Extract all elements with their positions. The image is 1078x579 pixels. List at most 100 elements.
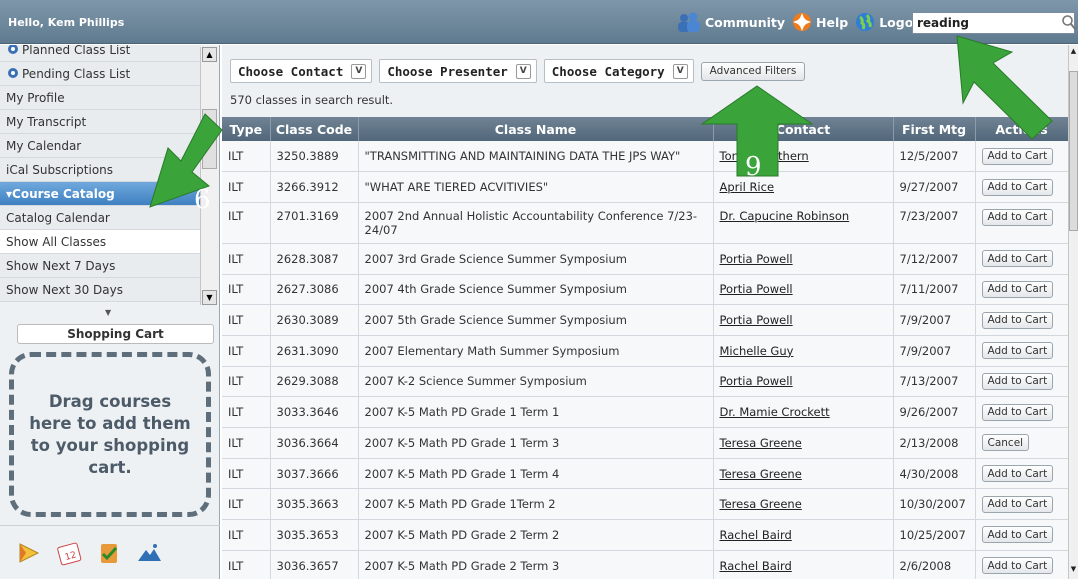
add-to-cart-button[interactable]: Add to Cart [981,403,1054,421]
sidebar-scrollbar[interactable]: ▲ ▼ [200,47,217,305]
cancel-button[interactable]: Cancel [981,434,1030,452]
help-link[interactable]: Help [791,11,848,33]
search-icon[interactable] [1061,14,1077,32]
add-to-cart-button[interactable]: Add to Cart [981,342,1054,360]
table-row[interactable]: ILT 3266.3912 "WHAT ARE TIERED ACVITIVIES"… [222,171,1068,203]
cell-class-code: 3250.3889 [270,141,359,173]
sidebar-item-show-next-30-days[interactable]: Show Next 30 Days [0,278,200,302]
choose-presenter-select[interactable]: Choose Presenter V [379,59,537,83]
sidebar-item-planned-class-list[interactable]: Planned Class List [0,45,200,62]
table-row[interactable]: ILT 3035.3663 2007 K-5 Math PD Grade 1Term… [222,488,1068,521]
add-to-cart-button[interactable]: Add to Cart [981,311,1054,329]
add-to-cart-button[interactable]: Add to Cart [981,250,1054,268]
contact-link[interactable]: Portia Powell [720,252,793,266]
sidebar-item-my-profile[interactable]: My Profile [0,86,200,110]
cell-type: ILT [222,274,271,306]
sidebar-item-ical-subscriptions[interactable]: iCal Subscriptions [0,158,200,182]
add-to-cart-button[interactable]: Add to Cart [981,526,1054,544]
collapse-arrow-icon[interactable]: ▼ [105,308,111,317]
sidebar-item-show-all-classes[interactable]: Show All Classes [0,230,200,254]
column-header-class-name[interactable]: Class Name [358,117,714,141]
column-header-class-code[interactable]: Class Code [270,117,359,141]
table-row[interactable]: ILT 2627.3086 2007 4th Grade Science Summe… [222,274,1068,306]
contact-link[interactable]: Michelle Guy [720,344,794,358]
add-to-cart-button[interactable]: Add to Cart [981,557,1054,575]
scroll-up-icon[interactable]: ▲ [202,47,217,62]
contact-link[interactable]: Portia Powell [720,374,793,388]
add-to-cart-button[interactable]: Add to Cart [981,178,1054,196]
cell-actions: Add to Cart [975,488,1068,521]
column-header-contact[interactable]: Contact [713,117,894,141]
sidebar-item-pending-class-list[interactable]: Pending Class List [0,62,200,86]
add-to-cart-button[interactable]: Add to Cart [981,372,1054,390]
cell-first-mtg: 2/6/2008 [893,550,976,579]
scroll-down-icon[interactable]: ▼ [1069,565,1078,577]
sidebar-item-catalog-calendar[interactable]: Catalog Calendar [0,206,200,230]
contact-link[interactable]: April Rice [720,180,775,194]
contact-link[interactable]: Rachel Baird [720,559,792,573]
add-to-cart-button[interactable]: Add to Cart [981,465,1054,483]
sidebar-item-my-transcript[interactable]: My Transcript [0,110,200,134]
class-table: Type Class Code Class Name Contact First… [222,117,1068,579]
cell-type: ILT [222,519,271,551]
cell-class-code: 2627.3086 [270,274,359,306]
contact-link[interactable]: Portia Powell [720,313,793,327]
calendar-icon[interactable]: 12 [56,540,82,566]
choose-contact-select[interactable]: Choose Contact V [230,59,373,83]
sidebar-section-course-catalog[interactable]: ▾Course Catalog [0,182,200,206]
cell-class-name: 2007 K-5 Math PD Grade 1 Term 4 [358,458,714,490]
table-scrollbar[interactable]: ▲ ▼ [1068,45,1078,579]
cell-contact: Dr. Mamie Crockett [713,396,894,428]
community-link[interactable]: Community [676,11,785,33]
contact-link[interactable]: Rachel Baird [720,528,792,542]
class-list-icon [8,45,18,54]
column-header-first-mtg[interactable]: First Mtg [893,117,976,141]
cell-first-mtg: 7/9/2007 [893,304,976,336]
scroll-up-icon[interactable]: ▲ [1069,47,1078,59]
table-row[interactable]: ILT 3250.3889 "TRANSMITTING AND MAINTAININ… [222,141,1068,173]
community-label: Community [705,14,786,30]
cell-contact: Portia Powell [713,274,894,306]
add-to-cart-button[interactable]: Add to Cart [981,495,1054,513]
mountain-icon[interactable] [136,540,162,566]
add-to-cart-button[interactable]: Add to Cart [981,208,1054,226]
catalog-icon[interactable] [96,540,122,566]
shopping-cart-dropzone[interactable]: Drag courses here to add them to your sh… [9,352,211,517]
table-row[interactable]: ILT 2631.3090 2007 Elementary Math Summer … [222,335,1068,367]
pencil-icon[interactable] [16,540,42,566]
sidebar-item-label: Show Next 7 Days [6,258,116,273]
table-row[interactable]: ILT 2628.3087 2007 3rd Grade Science Summe… [222,243,1068,275]
scroll-thumb[interactable] [202,109,217,169]
table-row[interactable]: ILT 3036.3664 2007 K-5 Math PD Grade 1 Ter… [222,427,1068,459]
table-row[interactable]: ILT 3036.3657 2007 K-5 Math PD Grade 2 Ter… [222,550,1068,579]
add-to-cart-button[interactable]: Add to Cart [981,147,1054,165]
advanced-filters-button[interactable]: Advanced Filters [700,61,806,81]
contact-link[interactable]: Teresa Greene [720,436,802,450]
table-row[interactable]: ILT 3035.3653 2007 K-5 Math PD Grade 2 Ter… [222,519,1068,551]
contact-link[interactable]: Portia Powell [720,282,793,296]
cell-actions: Add to Cart [975,202,1068,244]
contact-link[interactable]: Tonya Southern [720,149,809,163]
sidebar-item-my-calendar[interactable]: My Calendar [0,134,200,158]
chevron-down-icon: V [515,63,531,79]
choose-category-select[interactable]: Choose Category V [543,59,694,83]
table-row[interactable]: ILT 2629.3088 2007 K-2 Science Summer Symp… [222,366,1068,398]
cell-class-name: 2007 K-5 Math PD Grade 2 Term 2 [358,519,714,551]
scroll-down-icon[interactable]: ▼ [202,290,217,305]
contact-link[interactable]: Dr. Capucine Robinson [720,209,850,223]
table-row[interactable]: ILT 3037.3666 2007 K-5 Math PD Grade 1 Ter… [222,458,1068,490]
cell-actions: Add to Cart [975,274,1068,306]
contact-link[interactable]: Teresa Greene [720,497,802,511]
scroll-thumb[interactable] [1069,71,1078,231]
search-input[interactable] [912,12,1075,34]
table-row[interactable]: ILT 2630.3089 2007 5th Grade Science Summe… [222,304,1068,336]
add-to-cart-button[interactable]: Add to Cart [981,280,1054,298]
sidebar-item-show-next-7-days[interactable]: Show Next 7 Days [0,254,200,278]
contact-link[interactable]: Dr. Mamie Crockett [720,405,830,419]
choose-contact-label: Choose Contact [238,63,344,79]
column-header-type[interactable]: Type [222,117,271,141]
cell-class-code: 3035.3663 [270,488,359,521]
table-row[interactable]: ILT 2701.3169 2007 2nd Annual Holistic Acc… [222,202,1068,244]
contact-link[interactable]: Teresa Greene [720,467,802,481]
table-row[interactable]: ILT 3033.3646 2007 K-5 Math PD Grade 1 Ter… [222,396,1068,428]
